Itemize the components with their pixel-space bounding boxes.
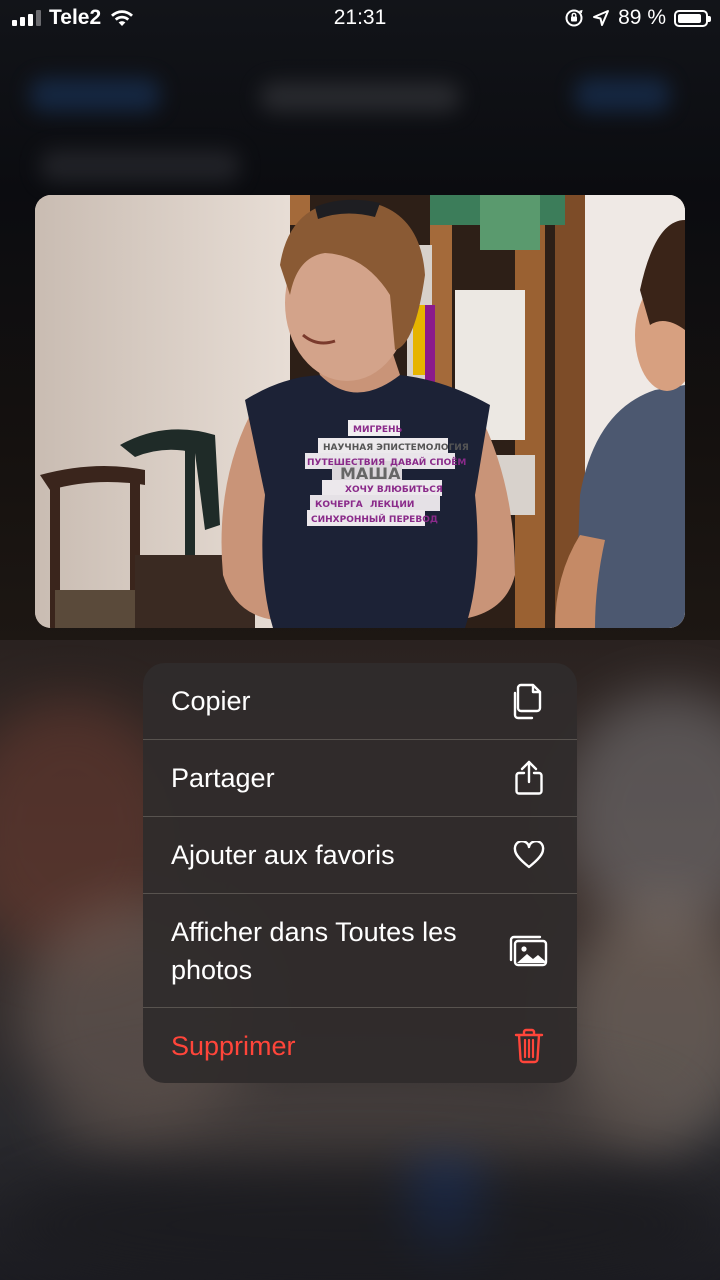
blur-tabbar <box>0 1160 720 1280</box>
menu-item-delete[interactable]: Supprimer <box>143 1008 577 1083</box>
menu-item-label: Partager <box>171 763 275 793</box>
photo-illustration: МИГРЕНЬ НАУЧНАЯ ЭПИСТЕМОЛОГИЯ ПУТЕШЕСТВИ… <box>35 195 685 628</box>
menu-item-copy[interactable]: Copier <box>143 663 577 740</box>
shirt-word: КОЧЕРГА <box>315 500 363 510</box>
shirt-word: МИГРЕНЬ <box>353 425 402 435</box>
menu-item-label: Afficher dans Toutes les photos <box>171 916 457 985</box>
blurred-background <box>0 0 720 1280</box>
copy-icon <box>509 681 549 721</box>
shirt-word: ЛЕКЦИИ <box>370 500 414 510</box>
blurred-back-button <box>30 78 160 112</box>
menu-item-label: Ajouter aux favoris <box>171 840 395 870</box>
photos-icon <box>509 931 549 971</box>
menu-item-label: Supprimer <box>171 1030 296 1061</box>
blurred-subtitle <box>40 150 240 182</box>
shirt-word: ХОЧУ ВЛЮБИТЬСЯ <box>345 485 443 495</box>
trash-icon <box>509 1026 549 1066</box>
blurred-select-button <box>575 78 670 112</box>
battery-icon <box>674 9 711 27</box>
shirt-word: МАША <box>340 464 401 483</box>
battery-fill <box>678 13 702 23</box>
share-icon <box>509 758 549 798</box>
location-arrow-icon <box>593 10 610 26</box>
context-menu: Copier Partager Ajouter aux favoris Affi… <box>143 663 577 1083</box>
menu-item-label: Copier <box>171 686 251 716</box>
shirt-word: ДАВАЙ СПОЁМ <box>390 456 466 468</box>
menu-item-favorite[interactable]: Ajouter aux favoris <box>143 817 577 894</box>
blurred-title <box>260 82 460 112</box>
status-right: 89 % <box>564 6 711 30</box>
battery-percent: 89 % <box>618 6 666 29</box>
shirt-word: СИНХРОННЫЙ ПЕРЕВОД <box>311 513 438 525</box>
menu-item-share[interactable]: Partager <box>143 740 577 817</box>
status-bar: Tele2 21:31 89 % <box>0 0 720 36</box>
shirt-word: НАУЧНАЯ ЭПИСТЕМОЛОГИЯ <box>323 443 469 453</box>
menu-item-show-in-all-photos[interactable]: Afficher dans Toutes les photos <box>143 894 577 1008</box>
photo-preview[interactable]: МИГРЕНЬ НАУЧНАЯ ЭПИСТЕМОЛОГИЯ ПУТЕШЕСТВИ… <box>35 195 685 628</box>
heart-icon <box>509 835 549 875</box>
orientation-lock-icon <box>565 9 583 27</box>
